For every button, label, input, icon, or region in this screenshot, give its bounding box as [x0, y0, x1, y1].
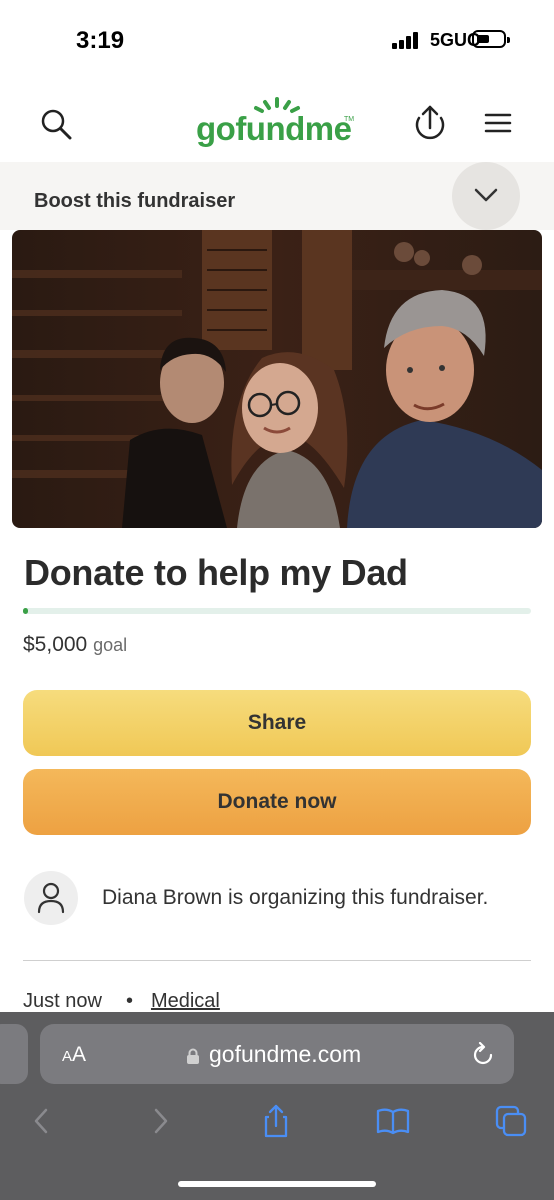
share-sheet-icon[interactable] — [259, 1104, 293, 1138]
reader-text-size-button[interactable]: AA — [62, 1043, 86, 1067]
chevron-down-icon — [474, 188, 498, 202]
category-link[interactable]: Medical — [151, 990, 220, 1012]
campaign-photo — [12, 230, 542, 528]
share-button[interactable]: Share — [23, 690, 531, 756]
progress-bar — [23, 608, 531, 614]
person-icon — [37, 882, 65, 914]
menu-icon[interactable] — [482, 108, 514, 138]
boost-expand-button[interactable] — [452, 162, 520, 230]
goal-text: $5,000 goal — [23, 633, 127, 657]
gofundme-logo[interactable]: gofundme TM — [196, 96, 356, 152]
campaign-meta: Just now • Medical — [23, 990, 220, 1013]
created-time: Just now — [23, 990, 102, 1012]
organizer-avatar — [24, 871, 78, 925]
progress-fill — [23, 608, 29, 614]
meta-separator: • — [125, 990, 133, 1012]
battery-icon — [472, 30, 510, 48]
search-icon[interactable] — [36, 104, 76, 144]
reload-icon[interactable] — [470, 1042, 496, 1068]
previous-tab-peek[interactable] — [0, 1024, 28, 1084]
organizer-text: Diana Brown is organizing this fundraise… — [102, 886, 489, 909]
status-bar: 3:19 5GUC — [0, 0, 554, 80]
cellular-signal-icon — [392, 31, 422, 49]
back-icon[interactable] — [24, 1104, 58, 1138]
campaign-title: Donate to help my Dad — [24, 552, 408, 593]
url-text[interactable]: gofundme.com — [209, 1041, 361, 1068]
boost-label: Boost this fundraiser — [34, 190, 236, 212]
status-time: 3:19 — [76, 27, 125, 54]
tabs-icon[interactable] — [494, 1104, 528, 1138]
lock-icon — [187, 1048, 199, 1064]
logo-text: gofundme — [196, 110, 352, 147]
goal-amount: $5,000 — [23, 633, 88, 656]
logo-trademark: TM — [344, 116, 355, 123]
bookmarks-icon[interactable] — [376, 1104, 410, 1138]
donate-now-button[interactable]: Donate now — [23, 769, 531, 835]
forward-icon[interactable] — [144, 1104, 178, 1138]
goal-word: goal — [93, 635, 128, 655]
home-indicator[interactable] — [178, 1181, 376, 1187]
share-upload-icon[interactable] — [410, 102, 450, 144]
divider — [23, 960, 531, 961]
